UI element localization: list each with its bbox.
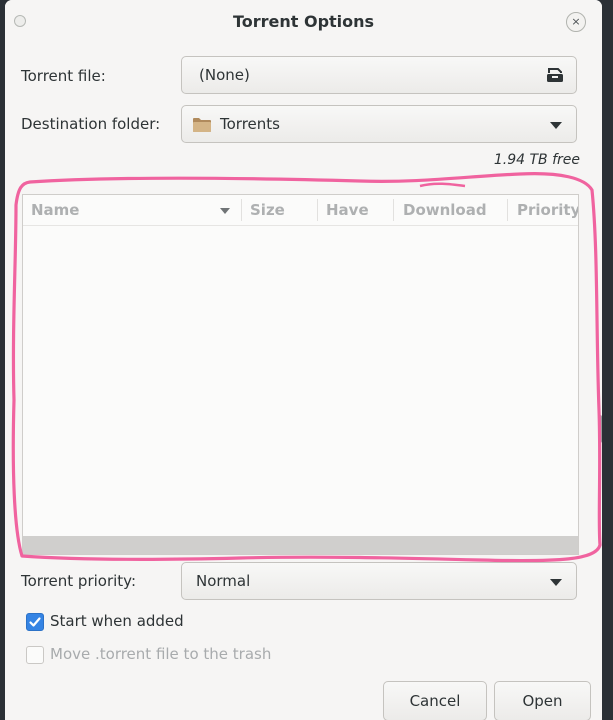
torrent-file-label: Torrent file: [21,67,106,85]
close-button[interactable]: × [566,12,586,32]
move-to-trash-checkbox [26,646,44,664]
torrent-options-dialog: Torrent Options × Torrent file: (None) D… [5,0,602,720]
column-separator [393,199,394,221]
column-separator [317,199,318,221]
folder-icon [193,118,211,132]
document-open-icon [547,68,563,82]
file-list[interactable]: Name Size Have Download Priority [22,194,579,555]
torrent-priority-label: Torrent priority: [21,572,137,590]
open-button[interactable]: Open [494,681,591,720]
destination-folder-value: Torrents [220,115,280,133]
torrent-priority-value: Normal [196,572,251,590]
start-when-added-checkbox[interactable] [26,613,44,631]
checkmark-icon [29,617,41,627]
column-header-size[interactable]: Size [250,201,285,219]
column-header-name[interactable]: Name [31,201,79,219]
move-to-trash-label: Move .torrent file to the trash [50,645,272,663]
start-when-added-label[interactable]: Start when added [50,612,184,630]
chevron-down-icon [550,122,562,129]
column-header-have[interactable]: Have [326,201,369,219]
horizontal-scrollbar[interactable] [23,536,578,554]
file-list-header: Name Size Have Download Priority [23,195,578,226]
torrent-file-value: (None) [199,66,250,84]
column-separator [507,199,508,221]
chevron-down-icon [550,579,562,586]
cancel-button[interactable]: Cancel [383,681,487,720]
free-space-label: 1.94 TB free [493,152,580,168]
background-scrollbar-thumb [598,415,602,443]
torrent-file-chooser-button[interactable]: (None) [181,56,577,94]
column-header-download[interactable]: Download [403,201,487,219]
column-header-priority[interactable]: Priority [517,201,578,219]
dialog-title: Torrent Options [232,12,375,31]
column-separator [241,199,242,221]
title-bar[interactable]: Torrent Options × [5,0,602,44]
destination-folder-select[interactable]: Torrents [181,105,577,143]
torrent-priority-select[interactable]: Normal [181,562,577,600]
destination-folder-label: Destination folder: [21,115,161,133]
sort-descending-icon [220,208,230,214]
